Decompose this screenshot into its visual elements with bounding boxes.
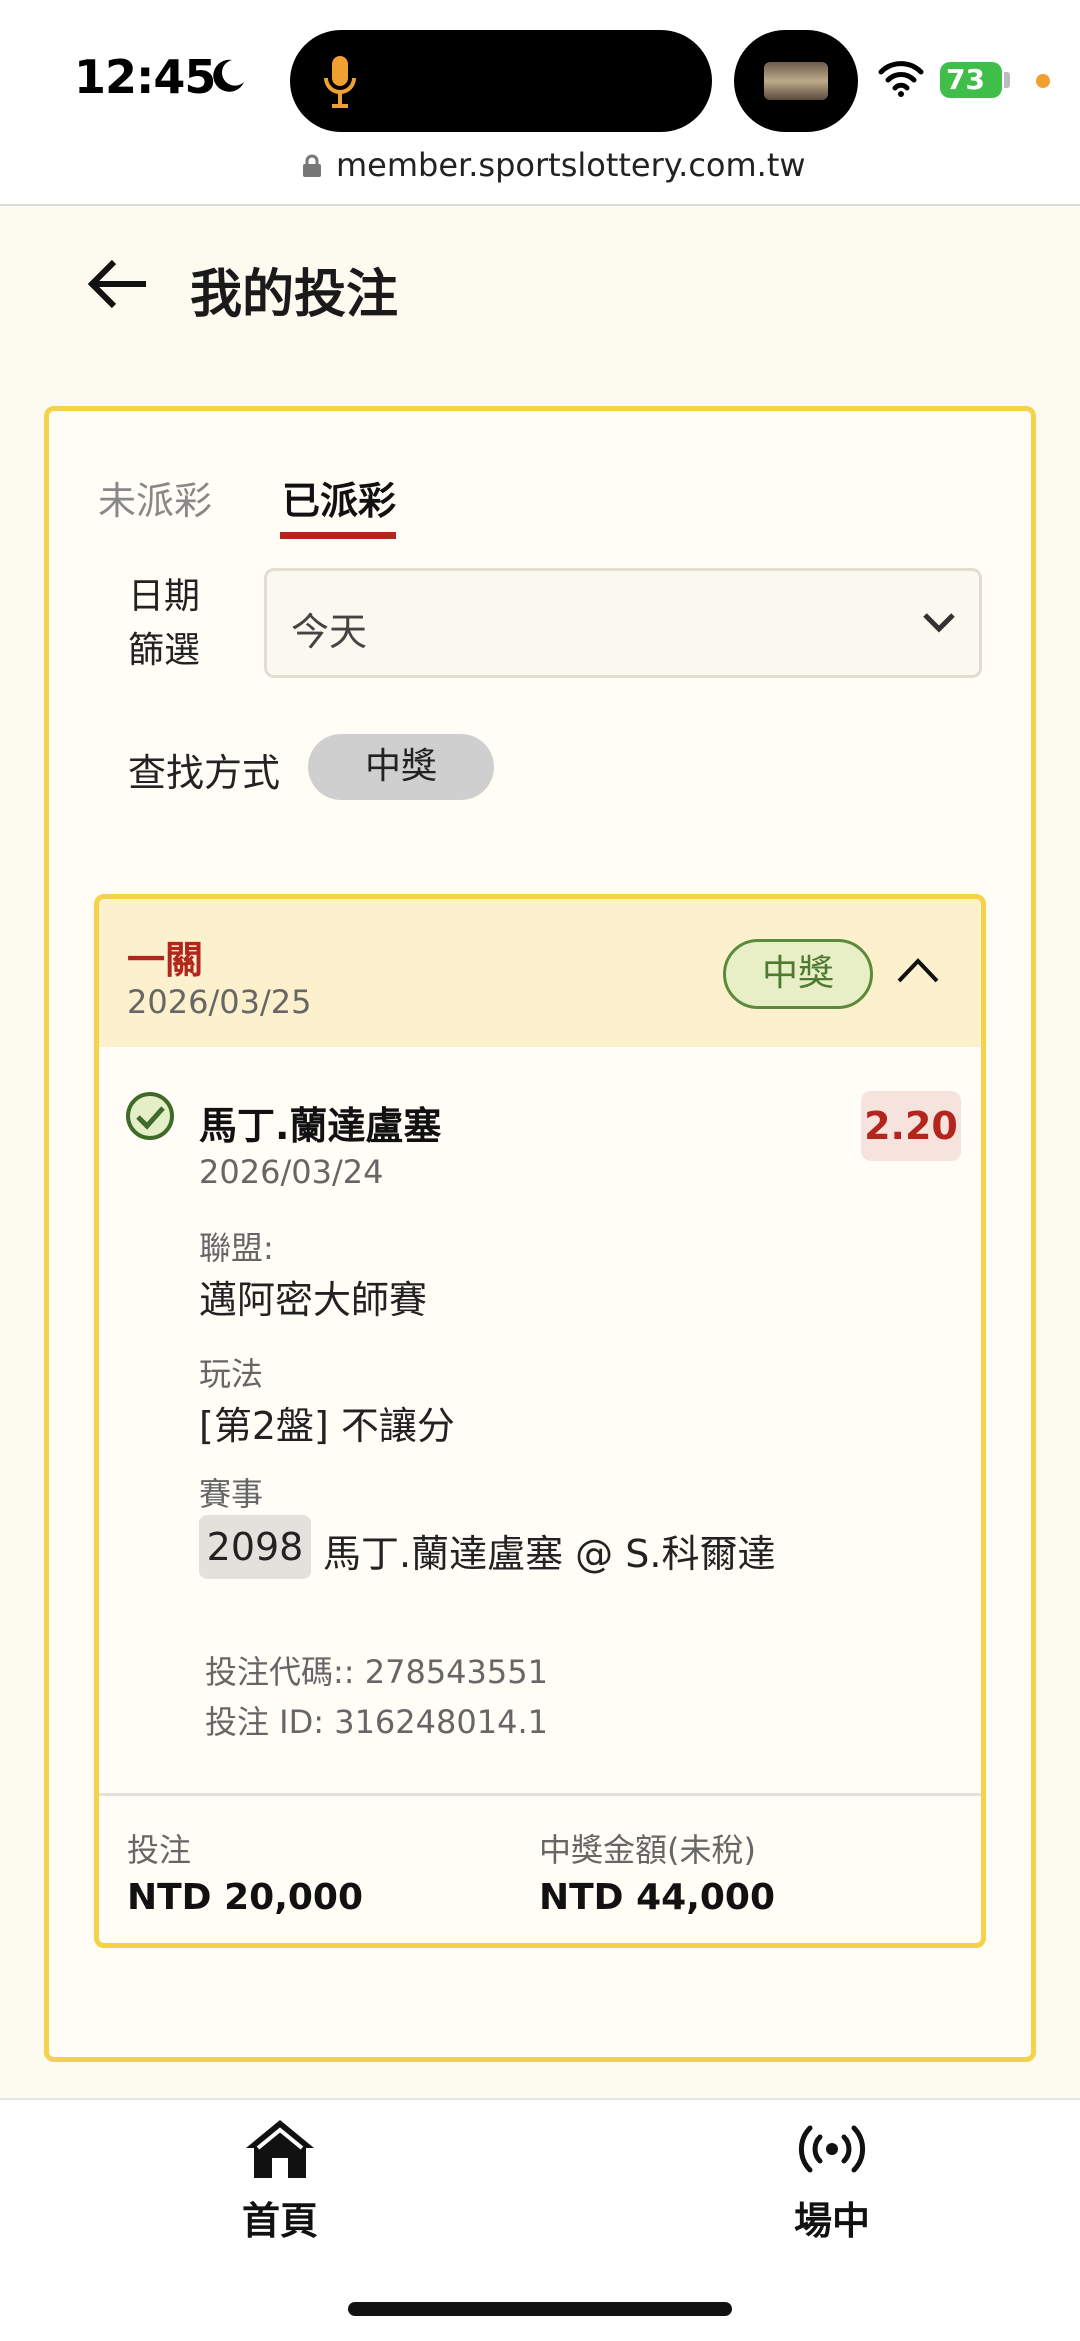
chevron-down-icon (923, 613, 955, 633)
bet-card: 一關 2026/03/25 中獎 馬丁.蘭達盧塞 2.20 2026/03/24… (94, 894, 986, 1948)
bet-date: 2026/03/25 (127, 983, 312, 1021)
odds-badge: 2.20 (861, 1091, 961, 1161)
nav-live[interactable]: 場中 (732, 2118, 932, 2245)
match-date: 2026/03/24 (199, 1153, 384, 1191)
play-value: [第2盤] 不讓分 (199, 1404, 455, 1448)
search-method-chip[interactable]: 中獎 (308, 734, 494, 800)
date-filter-label-line1: 日期 (128, 576, 201, 617)
lock-icon (303, 154, 321, 177)
event-code: 2098 (199, 1515, 311, 1579)
event-name: 馬丁.蘭達盧塞 @ S.科爾達 (323, 1532, 776, 1576)
home-indicator[interactable] (348, 2302, 732, 2316)
tab-paid[interactable]: 已派彩 (282, 470, 396, 525)
win-badge: 中獎 (723, 939, 873, 1009)
url-bar[interactable]: member.sportslottery.com.tw (336, 146, 806, 184)
tab-unpaid[interactable]: 未派彩 (98, 470, 212, 525)
moon-icon (213, 59, 244, 92)
date-filter-label-line2: 篩選 (128, 630, 201, 671)
bet-id: 投注 ID: 316248014.1 (205, 1703, 548, 1741)
search-method-label: 查找方式 (128, 751, 281, 795)
check-circle-icon (126, 1092, 174, 1140)
battery-indicator: 73 (940, 62, 1002, 98)
media-thumbnail (764, 62, 828, 100)
payout-label: 中獎金額(未稅) (539, 1831, 756, 1869)
payout-value: NTD 44,000 (539, 1877, 776, 1918)
date-filter-value: 今天 (291, 610, 368, 654)
bet-code: 投注代碼:: 278543551 (205, 1653, 548, 1691)
league-label: 聯盟: (199, 1229, 274, 1267)
live-broadcast-icon (798, 2125, 866, 2173)
page-title: 我的投注 (190, 265, 399, 325)
bet-card-header[interactable]: 一關 2026/03/25 中獎 (99, 899, 981, 1047)
stake-label: 投注 (127, 1831, 192, 1869)
stake-value: NTD 20,000 (127, 1877, 364, 1918)
privacy-indicator (1036, 74, 1050, 88)
microphone-icon (324, 56, 356, 108)
back-arrow-icon[interactable] (86, 256, 150, 312)
nav-home[interactable]: 首頁 (180, 2118, 380, 2245)
chevron-up-icon[interactable] (895, 955, 941, 985)
bet-type: 一關 (127, 938, 204, 982)
status-bar: 12:45 73 member.sportslottery.com.tw (0, 0, 1080, 206)
date-filter-label: 日期 篩選 (128, 570, 200, 678)
battery-cap (1004, 72, 1010, 88)
nav-live-label: 場中 (793, 2199, 870, 2243)
home-icon (246, 2120, 314, 2178)
league-value: 邁阿密大師賽 (199, 1278, 428, 1322)
divider (99, 1793, 981, 1796)
selection-player: 馬丁.蘭達盧塞 (199, 1104, 442, 1148)
wifi-icon (878, 61, 924, 97)
active-tab-indicator (280, 532, 396, 539)
status-time: 12:45 (74, 50, 216, 104)
event-label: 賽事 (199, 1475, 264, 1513)
date-filter-select[interactable]: 今天 (264, 568, 982, 678)
nav-home-label: 首頁 (241, 2199, 318, 2243)
play-label: 玩法 (199, 1355, 264, 1393)
